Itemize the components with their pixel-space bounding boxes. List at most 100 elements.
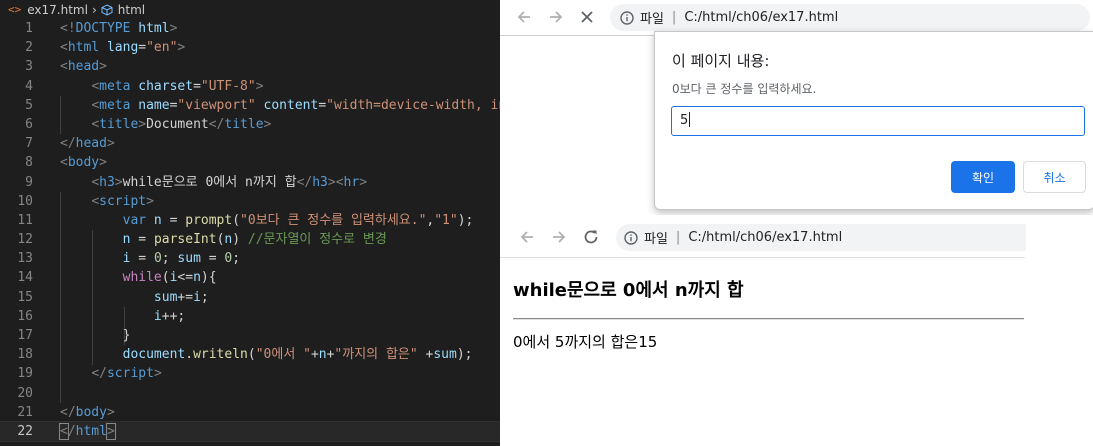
code-token: > [106, 404, 115, 420]
code-token: "viewport" [177, 97, 256, 113]
code-token: head [67, 59, 100, 75]
code-token: "en" [146, 40, 178, 56]
line-number: 22 [17, 423, 33, 439]
code-line[interactable]: 3 <head> [0, 57, 500, 76]
code-text: i++; [60, 307, 185, 326]
code-token: var [122, 212, 147, 228]
cube-icon [101, 3, 113, 16]
code-area[interactable]: 1 <!DOCTYPE html> 2 <html lang="en"> 3 <head>… [0, 19, 500, 443]
close-icon[interactable] [575, 5, 599, 29]
ok-button[interactable]: 확인 [951, 161, 1015, 193]
code-line[interactable]: 19 </script> [0, 364, 500, 383]
code-text: n = parseInt(n) //문자열이 정수로 변경 [60, 230, 387, 249]
line-number: 14 [17, 270, 33, 286]
code-token: < [91, 78, 100, 94]
line-number: 9 [25, 174, 33, 190]
code-token: ++; [161, 308, 186, 324]
code-token: ( [247, 347, 256, 363]
address-bar[interactable]: 파일 | C:/html/ch06/ex17.html [616, 224, 1026, 251]
code-line[interactable]: 6 <title>Document</title> [0, 115, 500, 134]
line-number: 20 [17, 385, 33, 401]
code-line[interactable]: 17 } [0, 326, 500, 345]
line-number: 19 [17, 366, 33, 382]
code-token: < [60, 40, 68, 56]
reload-icon[interactable] [579, 225, 603, 249]
code-editor[interactable]: <> ex17.html › html 1 <!DOCTYPE html> 2 <ht… [0, 0, 500, 446]
line-number: 3 [25, 59, 33, 75]
code-line[interactable]: 10 <script> [0, 192, 500, 211]
code-line[interactable]: 14 while(i<=n){ [0, 268, 500, 287]
code-line[interactable]: 12 n = parseInt(n) //문자열이 정수로 변경 [0, 230, 500, 249]
code-token: i [153, 308, 162, 324]
prompt-input[interactable]: 5 [671, 106, 1085, 136]
code-token: < [60, 155, 68, 171]
code-line[interactable]: 9 <h3>while문으로 0에서 n까지 합</h3><hr> [0, 173, 500, 192]
page-heading: while문으로 0에서 n까지 합 [513, 280, 744, 301]
code-token: >< [327, 174, 344, 190]
code-text: <meta charset="UTF-8"> [60, 77, 263, 96]
code-line[interactable]: 8 <body> [0, 153, 500, 172]
code-line[interactable]: 22 </html> [0, 420, 500, 443]
code-token: . [185, 347, 194, 363]
code-token: > [169, 21, 178, 36]
code-token: > [99, 155, 107, 171]
code-line[interactable]: 7 </head> [0, 134, 500, 153]
code-line[interactable]: 13 i = 0; sum = 0; [0, 249, 500, 268]
code-text: <head> [60, 57, 107, 76]
code-token: = [138, 40, 147, 56]
code-token: > [138, 116, 147, 132]
line-number: 21 [17, 404, 33, 420]
code-text: <!DOCTYPE html> [60, 19, 177, 38]
horizontal-rule [513, 318, 1024, 320]
code-token: </ [208, 116, 225, 132]
code-token: < [60, 59, 68, 75]
code-token: meta [99, 78, 131, 94]
code-line[interactable]: 1 <!DOCTYPE html> [0, 19, 500, 38]
code-text: </head> [60, 134, 115, 153]
code-line[interactable]: 4 <meta charset="UTF-8"> [0, 77, 500, 96]
code-line[interactable]: 18 document.writeln("0에서 "+n+"까지의 합은" +s… [0, 345, 500, 364]
breadcrumb-file[interactable]: ex17.html [27, 3, 88, 17]
address-bar[interactable]: 파일 | C:/html/ch06/ex17.html [610, 4, 1090, 31]
forward-arrow-icon[interactable] [544, 5, 568, 29]
code-token: charset [130, 78, 194, 94]
code-line[interactable]: 16 i++; [0, 307, 500, 326]
dialog-title: 이 페이지 내용: [672, 52, 770, 70]
code-token: > [114, 174, 123, 190]
code-text: <h3>while문으로 0에서 n까지 합</h3><hr> [60, 173, 367, 192]
code-token: "0보다 큰 정수를 입력하세요." [240, 212, 427, 228]
code-token: = [193, 78, 201, 94]
code-line[interactable]: 5 <meta name="viewport" content="width=d… [0, 96, 500, 115]
cancel-button[interactable]: 취소 [1023, 161, 1086, 193]
info-icon[interactable] [620, 10, 634, 25]
code-line[interactable]: 21 </body> [0, 403, 500, 422]
code-line[interactable]: 2 <html lang="en"> [0, 38, 500, 57]
info-icon[interactable] [624, 230, 638, 245]
code-token: name [130, 97, 170, 113]
code-token: head [75, 136, 107, 152]
code-text: i = 0; sum = 0; [60, 249, 240, 268]
code-line[interactable]: 11 var n = prompt("0보다 큰 정수를 입력하세요.","1"… [0, 211, 500, 230]
code-token: ; [200, 289, 209, 305]
code-token: content [255, 97, 319, 113]
code-token: += [177, 289, 194, 305]
url-text[interactable]: C:/html/ch06/ex17.html [684, 10, 838, 25]
code-line[interactable]: 20 [0, 384, 500, 403]
code-line[interactable]: 15 sum+=i; [0, 288, 500, 307]
code-token: html [75, 423, 107, 439]
code-token: sum [177, 251, 201, 267]
code-token: < [91, 193, 100, 209]
line-number: 12 [17, 232, 33, 248]
url-text[interactable]: C:/html/ch06/ex17.html [688, 230, 842, 245]
back-arrow-icon[interactable] [515, 225, 539, 249]
forward-arrow-icon[interactable] [547, 225, 571, 249]
breadcrumb-element[interactable]: html [118, 3, 145, 17]
code-text: <title>Document</title> [60, 115, 271, 134]
code-token: } [122, 328, 131, 343]
code-text: } [60, 326, 131, 345]
separator: | [675, 230, 681, 245]
code-text: </html> [59, 422, 116, 441]
line-number: 10 [17, 193, 33, 209]
back-arrow-icon[interactable] [512, 5, 536, 29]
